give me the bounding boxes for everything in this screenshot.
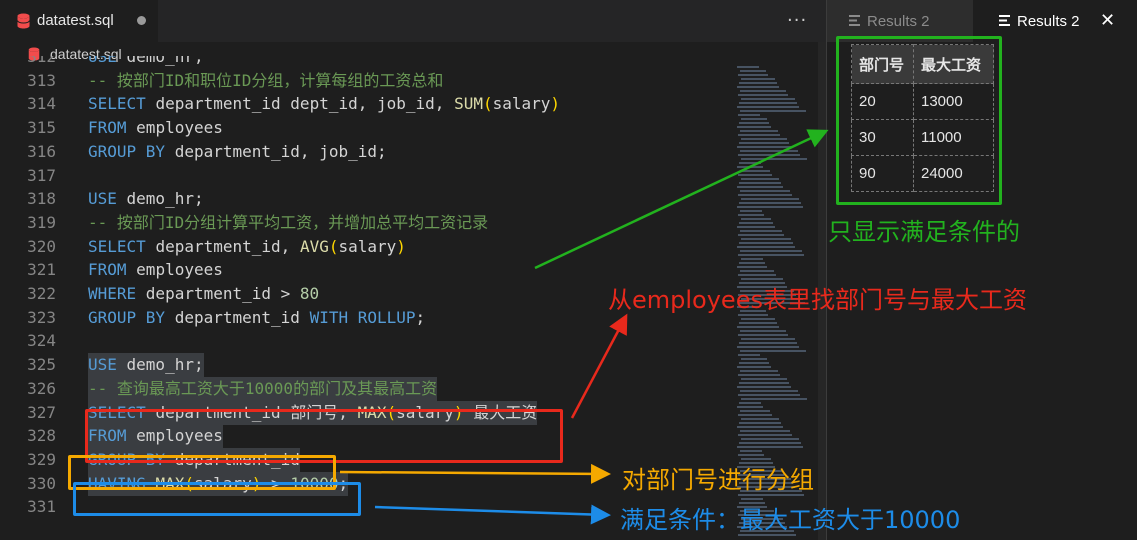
arrow-orange (339, 463, 611, 484)
annotation-arrows (339, 129, 829, 525)
arrow-green (534, 129, 829, 270)
arrow-blue (374, 504, 611, 525)
annotation-blue-text: 满足条件：最大工资大于10000 (620, 506, 961, 534)
annotation-green-text: 只显示满足条件的 (828, 218, 1020, 246)
arrow-red (570, 313, 628, 419)
annotation-red-text: 从employees表里找部门号与最大工资 (608, 286, 1027, 314)
annotation-orange-text: 对部门号进行分组 (622, 466, 814, 494)
